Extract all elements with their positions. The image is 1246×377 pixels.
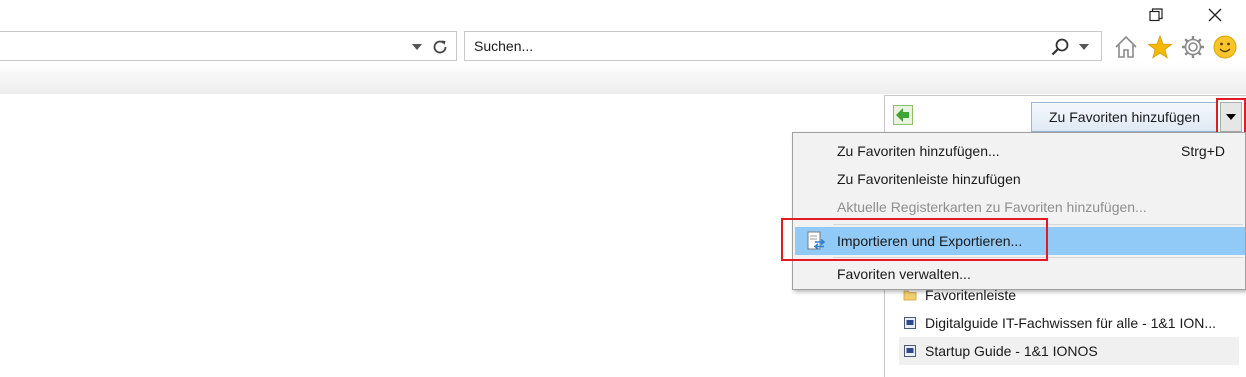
smiley-icon [1213,35,1237,59]
search-dropdown-icon[interactable] [1077,42,1091,52]
home-button[interactable] [1112,33,1140,61]
menu-item-shortcut: Strg+D [1181,143,1225,159]
list-item[interactable]: Digitalguide IT-Fachwissen für alle - 1&… [899,309,1239,337]
favorites-list: Favoritenleiste Digitalguide IT-Fachwiss… [899,281,1239,365]
address-dropdown-button[interactable] [409,41,425,53]
menu-item-label: Zu Favoriten hinzufügen... [837,143,1000,159]
list-item-label: Digitalguide IT-Fachwissen für alle - 1&… [925,315,1217,331]
menu-item-add-tabs-to-favorites: Aktuelle Registerkarten zu Favoriten hin… [793,193,1245,221]
page-icon [904,317,916,329]
refresh-button[interactable] [429,36,451,58]
menu-item-add-to-favorites-bar[interactable]: Zu Favoritenleiste hinzufügen [793,165,1245,193]
close-window-button[interactable] [1192,0,1238,30]
favorites-button[interactable] [1146,33,1174,61]
annotation-highlight-dropdown [1216,98,1246,136]
annotation-highlight-import-export [781,218,1048,261]
page-icon [904,345,916,357]
list-item-label: Startup Guide - 1&1 IONOS [925,343,1098,359]
restore-window-button[interactable] [1133,0,1179,30]
star-icon [1147,34,1173,59]
menu-item-manage-favorites[interactable]: Favoriten verwalten... [793,260,1245,288]
folder-icon [903,290,917,301]
address-bar[interactable] [0,31,457,61]
tools-button[interactable] [1179,33,1207,61]
dropdown-arrow-icon [412,44,422,50]
refresh-icon [433,40,447,54]
gear-icon [1182,36,1204,58]
home-icon [1115,35,1137,58]
toolbar-background [0,62,1246,94]
menu-item-label: Aktuelle Registerkarten zu Favoriten hin… [837,199,1147,215]
add-favorites-menu: Zu Favoriten hinzufügen... Strg+D Zu Fav… [792,132,1246,290]
back-arrow-icon[interactable] [893,105,913,125]
search-box[interactable]: Suchen... [464,31,1102,61]
restore-icon [1149,8,1163,22]
list-item[interactable]: Startup Guide - 1&1 IONOS [899,337,1239,365]
search-input[interactable]: Suchen... [474,38,533,54]
menu-item-add-to-favorites[interactable]: Zu Favoriten hinzufügen... Strg+D [793,137,1245,165]
search-icon[interactable] [1050,37,1070,57]
close-icon [1208,8,1222,22]
menu-item-label: Favoriten verwalten... [837,266,971,282]
menu-item-label: Zu Favoritenleiste hinzufügen [837,171,1021,187]
add-to-favorites-button[interactable]: Zu Favoriten hinzufügen [1031,102,1218,132]
feedback-button[interactable] [1211,33,1239,61]
